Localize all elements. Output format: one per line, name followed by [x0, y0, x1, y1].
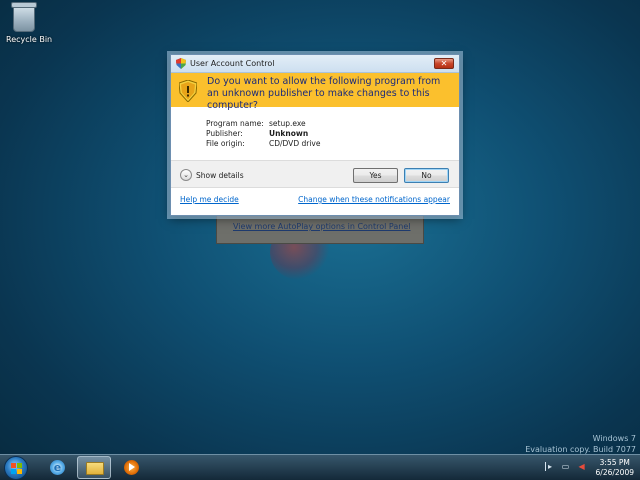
- autoplay-window: View more AutoPlay options in Control Pa…: [216, 212, 424, 244]
- warning-shield-icon: [179, 80, 197, 102]
- chevron-down-icon[interactable]: ⌄: [180, 169, 192, 181]
- show-details-toggle[interactable]: ⌄ Show details: [180, 169, 244, 181]
- watermark-os: Windows 7: [592, 434, 636, 443]
- taskbar-media-player[interactable]: [114, 456, 148, 479]
- internet-explorer-icon: e: [50, 460, 65, 475]
- action-center-icon[interactable]: ▸: [544, 462, 555, 471]
- detail-row-program-name: Program name: setup.exe: [206, 119, 459, 129]
- autoplay-options-link[interactable]: View more AutoPlay options in Control Pa…: [233, 222, 410, 231]
- taskbar: e ▸ ▭ ◀ 3:55 PM 6/26/2009: [0, 454, 640, 480]
- help-me-decide-link[interactable]: Help me decide: [180, 195, 239, 204]
- start-button[interactable]: [4, 456, 28, 480]
- detail-row-publisher: Publisher: Unknown: [206, 129, 459, 139]
- detail-row-file-origin: File origin: CD/DVD drive: [206, 139, 459, 149]
- dialog-title: User Account Control: [190, 59, 275, 68]
- change-notifications-link[interactable]: Change when these notifications appear: [298, 195, 450, 204]
- taskbar-internet-explorer[interactable]: e: [40, 456, 74, 479]
- clock-time: 3:55 PM: [599, 458, 630, 467]
- uac-dialog: User Account Control ✕ Do you want to al…: [170, 54, 460, 216]
- taskbar-windows-explorer[interactable]: [77, 456, 111, 479]
- evaluation-watermark: Windows 7 Evaluation copy. Build 7077: [525, 433, 636, 455]
- show-details-label[interactable]: Show details: [196, 171, 244, 180]
- warning-banner: Do you want to allow the following progr…: [171, 73, 459, 111]
- clock[interactable]: 3:55 PM 6/26/2009: [596, 458, 634, 478]
- recycle-bin-icon: [11, 2, 37, 32]
- program-details: Program name: setup.exe Publisher: Unkno…: [171, 107, 459, 149]
- detail-value: setup.exe: [269, 119, 306, 128]
- detail-value: CD/DVD drive: [269, 139, 321, 148]
- network-icon[interactable]: ▭: [561, 462, 571, 471]
- system-tray: ▸ ▭ ◀ 3:55 PM 6/26/2009: [542, 458, 634, 478]
- windows-logo-icon: [11, 463, 22, 474]
- uac-shield-icon: [176, 58, 186, 69]
- no-button[interactable]: No: [404, 168, 449, 183]
- folder-icon: [86, 462, 104, 475]
- detail-label: Program name:: [206, 119, 264, 128]
- close-button[interactable]: ✕: [434, 58, 454, 69]
- detail-label: Publisher:: [206, 129, 243, 138]
- dialog-titlebar: User Account Control: [171, 55, 459, 73]
- detail-value: Unknown: [269, 129, 309, 138]
- detail-label: File origin:: [206, 139, 245, 148]
- dialog-actions: ⌄ Show details Yes No: [171, 160, 459, 188]
- recycle-bin-desktop-icon[interactable]: Recycle Bin: [6, 2, 53, 44]
- yes-button[interactable]: Yes: [353, 168, 398, 183]
- volume-icon[interactable]: ◀: [577, 462, 587, 471]
- media-player-icon: [124, 460, 139, 475]
- clock-date: 6/26/2009: [595, 468, 634, 477]
- recycle-bin-label: Recycle Bin: [6, 35, 53, 44]
- uac-question: Do you want to allow the following progr…: [207, 76, 441, 111]
